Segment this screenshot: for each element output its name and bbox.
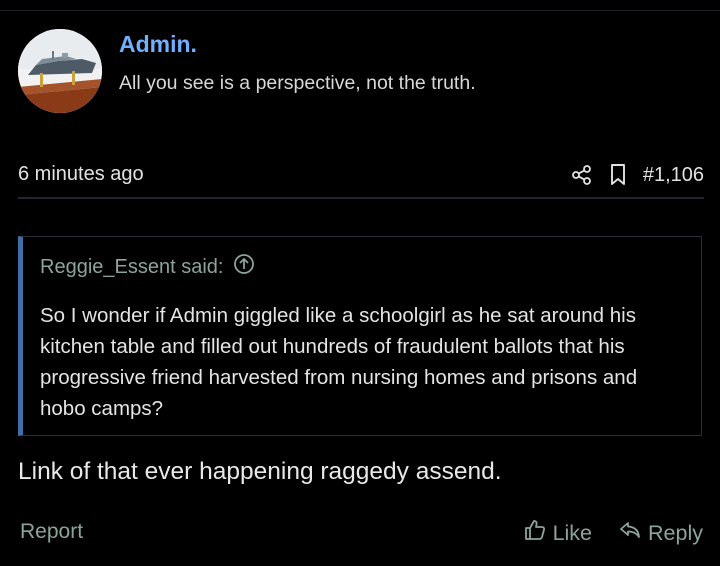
arrow-up-circle-icon[interactable] xyxy=(233,253,255,281)
reply-label: Reply xyxy=(648,520,703,545)
post-number-link[interactable]: #1,106 xyxy=(643,164,704,187)
quote-attribution[interactable]: Reggie_Essent said: xyxy=(40,256,223,279)
quote-header: Reggie_Essent said: xyxy=(40,253,255,281)
boat-model-image xyxy=(18,29,102,113)
post-message: Link of that ever happening raggedy asse… xyxy=(18,458,502,485)
quote-text: So I wonder if Admin giggled like a scho… xyxy=(40,304,638,420)
post-timestamp[interactable]: 6 minutes ago xyxy=(18,163,144,186)
user-title: All you see is a perspective, not the tr… xyxy=(119,72,476,94)
like-label: Like xyxy=(552,520,593,545)
avatar[interactable] xyxy=(18,29,102,113)
top-divider xyxy=(0,10,720,11)
footer-actions: Like Reply xyxy=(523,518,703,548)
share-icon[interactable] xyxy=(571,164,593,186)
quote-block: Reggie_Essent said: So I wonder if Admin… xyxy=(18,236,702,436)
report-button[interactable]: Report xyxy=(20,520,83,544)
post-actions: #1,106 xyxy=(571,160,704,190)
reply-icon xyxy=(618,518,642,548)
post-header-divider xyxy=(18,197,704,199)
thumbs-up-icon xyxy=(523,518,547,548)
reply-button[interactable]: Reply xyxy=(618,518,703,548)
username[interactable]: Admin. xyxy=(119,31,197,58)
bookmark-icon[interactable] xyxy=(607,163,629,187)
like-button[interactable]: Like xyxy=(523,518,592,548)
